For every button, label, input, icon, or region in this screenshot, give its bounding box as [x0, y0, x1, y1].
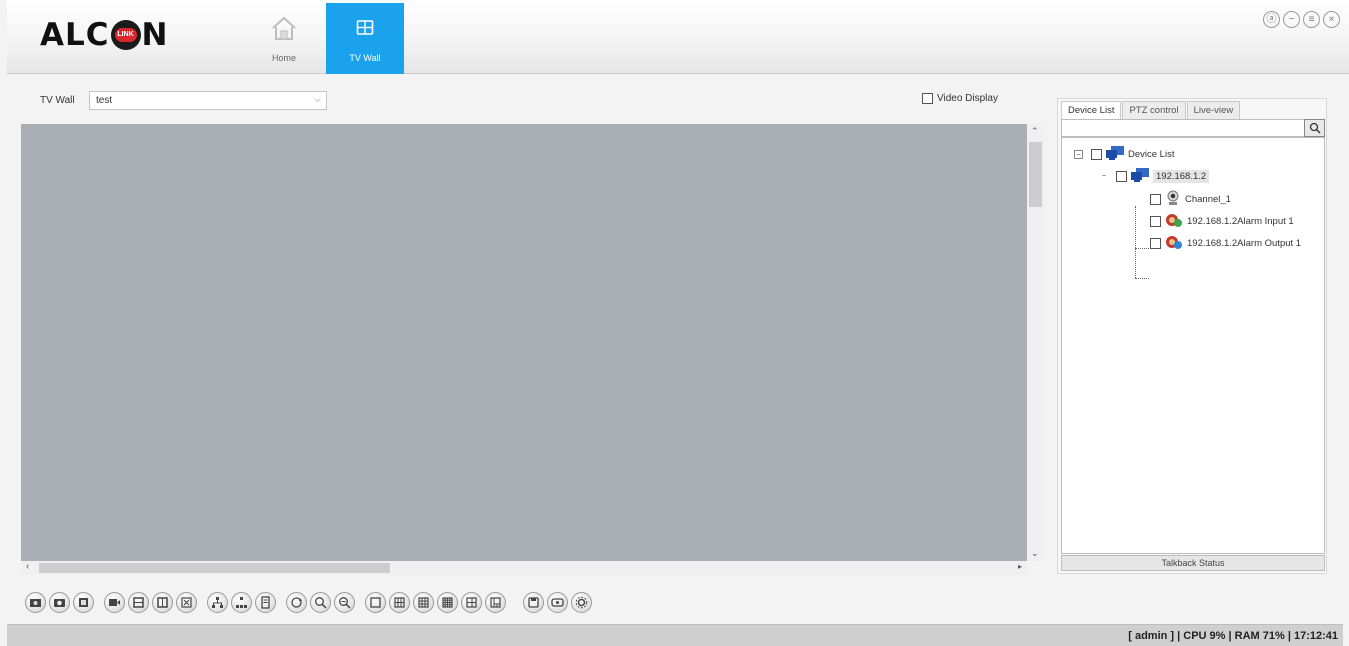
- device-search-input[interactable]: [1061, 119, 1325, 137]
- device-tree: − Device List − 192.168.1.2 Channel_1 19…: [1061, 137, 1325, 554]
- status-bar: [ admin ] | CPU 9% | RAM 71% | 17:12:41: [7, 624, 1343, 646]
- search-icon[interactable]: [1304, 119, 1325, 137]
- monitor-network-icon: [1131, 168, 1149, 185]
- grid-icon: [326, 14, 404, 42]
- tvwall-select[interactable]: test ⌵: [89, 91, 327, 110]
- split-icon[interactable]: [152, 592, 173, 613]
- document-icon[interactable]: [255, 592, 276, 613]
- vertical-scrollbar[interactable]: ⌃ ⌄: [1027, 124, 1044, 561]
- tree-node-device[interactable]: − 192.168.1.2: [1100, 168, 1210, 185]
- webcam-icon: [1165, 190, 1181, 209]
- tree-checkbox[interactable]: [1150, 238, 1161, 249]
- logo-suffix: N: [141, 17, 169, 53]
- record-icon[interactable]: [73, 592, 94, 613]
- monitor-network-icon: [1106, 146, 1124, 163]
- alarm-input-icon: [1165, 212, 1183, 231]
- scroll-up-icon[interactable]: ⌃: [1031, 126, 1039, 137]
- multi-snapshot-icon[interactable]: [128, 592, 149, 613]
- nav-tvwall-label: TV Wall: [349, 53, 381, 63]
- tab-live-view[interactable]: Live-view: [1186, 101, 1241, 119]
- tree-node-root[interactable]: − Device List: [1074, 146, 1174, 163]
- video-icon[interactable]: [104, 592, 125, 613]
- rotate-icon[interactable]: [286, 592, 307, 613]
- restore-icon[interactable]: ≡: [1303, 11, 1320, 28]
- tree-connector: [1135, 278, 1149, 279]
- save-icon[interactable]: [523, 592, 544, 613]
- tree-root-label: Device List: [1128, 149, 1175, 160]
- close-icon[interactable]: ×: [1323, 11, 1340, 28]
- tree-alarm-output-label: 192.168.1.2Alarm Output 1: [1187, 238, 1302, 249]
- video-display-checkbox[interactable]: [922, 93, 933, 104]
- tab-device-list[interactable]: Device List: [1061, 101, 1122, 119]
- scroll-down-icon[interactable]: ⌄: [1031, 548, 1039, 559]
- tree-checkbox[interactable]: [1150, 216, 1161, 227]
- talkback-status-button[interactable]: Talkback Status: [1061, 555, 1325, 571]
- video-display-toggle[interactable]: Video Display: [922, 93, 998, 104]
- home-icon: [245, 14, 323, 42]
- zoom-out-icon[interactable]: [334, 592, 355, 613]
- tree-node-alarm-output[interactable]: 192.168.1.2Alarm Output 1: [1150, 234, 1301, 253]
- chevron-down-icon: ⌵: [314, 94, 321, 104]
- scroll-right-icon[interactable]: ▸: [1018, 562, 1022, 571]
- device-panel: Device List PTZ control Live-view − Devi…: [1057, 98, 1327, 574]
- nav-tab-tvwall[interactable]: TV Wall: [326, 3, 404, 74]
- tree-channel-label: Channel_1: [1185, 194, 1231, 205]
- tree-icon[interactable]: [207, 592, 228, 613]
- fullscreen-icon[interactable]: [176, 592, 197, 613]
- nav-home-label: Home: [271, 53, 296, 63]
- vertical-scroll-thumb[interactable]: [1029, 142, 1042, 207]
- horizontal-scrollbar[interactable]: ‹ ▸: [21, 561, 1027, 575]
- horizontal-scroll-thumb[interactable]: [39, 563, 390, 573]
- lock-icon[interactable]: ⓐ: [1263, 11, 1280, 28]
- minimize-icon[interactable]: −: [1283, 11, 1300, 28]
- collapse-icon[interactable]: −: [1074, 150, 1083, 159]
- tree-device-label: 192.168.1.2: [1153, 170, 1210, 183]
- logo-badge: LINK: [110, 20, 141, 50]
- tab-ptz-control[interactable]: PTZ control: [1122, 101, 1186, 119]
- snapshot-icon[interactable]: [25, 592, 46, 613]
- layout-9-icon[interactable]: [413, 592, 434, 613]
- layout-4-icon[interactable]: [389, 592, 410, 613]
- layout-16-icon[interactable]: [437, 592, 458, 613]
- tree-node-channel[interactable]: Channel_1: [1150, 190, 1231, 209]
- tree-node-alarm-input[interactable]: 192.168.1.2Alarm Input 1: [1150, 212, 1294, 231]
- tree-checkbox[interactable]: [1116, 171, 1127, 182]
- zoom-in-icon[interactable]: [310, 592, 331, 613]
- window-controls: ⓐ − ≡ ×: [1263, 11, 1340, 28]
- layout-1-icon[interactable]: [365, 592, 386, 613]
- tree-connector: [1135, 248, 1149, 249]
- video-display-label: Video Display: [937, 93, 998, 104]
- camera-icon[interactable]: [49, 592, 70, 613]
- layout-6-icon[interactable]: [461, 592, 482, 613]
- tree-alarm-input-label: 192.168.1.2Alarm Input 1: [1187, 216, 1294, 227]
- logo-prefix: ALC: [40, 17, 110, 53]
- alcon-logo: ALC LINK N: [40, 17, 169, 53]
- nav-tab-home[interactable]: Home: [245, 3, 323, 74]
- network-icon[interactable]: [231, 592, 252, 613]
- tree-checkbox[interactable]: [1150, 194, 1161, 205]
- status-text: [ admin ] | CPU 9% | RAM 71% | 17:12:41: [1128, 630, 1338, 642]
- tree-checkbox[interactable]: [1091, 149, 1102, 160]
- tree-connector: [1135, 206, 1136, 278]
- tvwall-selected-value: test: [96, 95, 113, 106]
- app-header: ALC LINK N Home TV Wall ⓐ − ≡ ×: [7, 0, 1349, 74]
- alarm-output-icon: [1165, 234, 1183, 253]
- scroll-left-icon[interactable]: ‹: [26, 561, 29, 572]
- tvwall-label: TV Wall: [40, 95, 75, 106]
- panel-tabs: Device List PTZ control Live-view: [1061, 101, 1241, 119]
- settings-icon[interactable]: [571, 592, 592, 613]
- refresh-icon[interactable]: [547, 592, 568, 613]
- layout-8-icon[interactable]: [485, 592, 506, 613]
- tvwall-canvas[interactable]: [21, 124, 1027, 561]
- collapse-icon[interactable]: −: [1100, 172, 1108, 181]
